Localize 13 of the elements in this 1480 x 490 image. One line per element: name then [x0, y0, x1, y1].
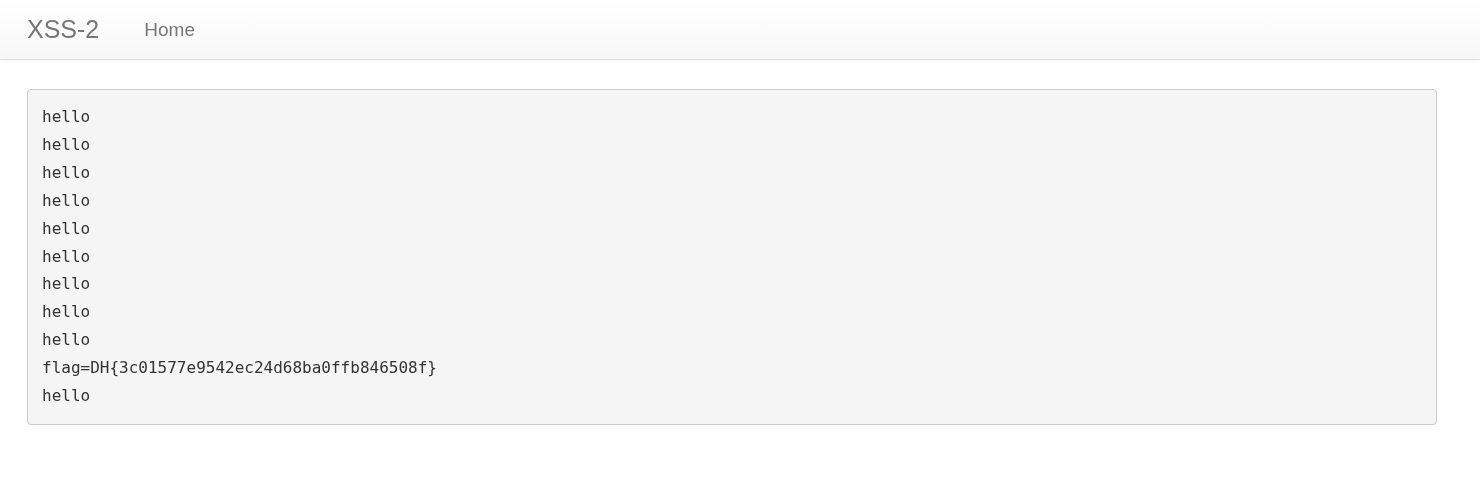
output-line: hello	[42, 106, 91, 128]
output-line: hello	[42, 245, 91, 268]
output-line: hello	[42, 133, 91, 156]
output-line: hello	[42, 301, 91, 324]
output-line: hello	[42, 329, 91, 352]
output-line: hello	[42, 385, 91, 408]
brand-link[interactable]: XSS-2	[27, 15, 100, 44]
output-line: hello	[42, 189, 91, 212]
output-line: hello	[42, 217, 91, 240]
output-line: hello	[42, 161, 91, 184]
output-line: flag=DH{3c01577e9542ec24d68ba0ffb846508f}	[42, 357, 437, 380]
output-line: hello	[42, 273, 91, 296]
nav-link[interactable]: Home	[144, 18, 195, 41]
